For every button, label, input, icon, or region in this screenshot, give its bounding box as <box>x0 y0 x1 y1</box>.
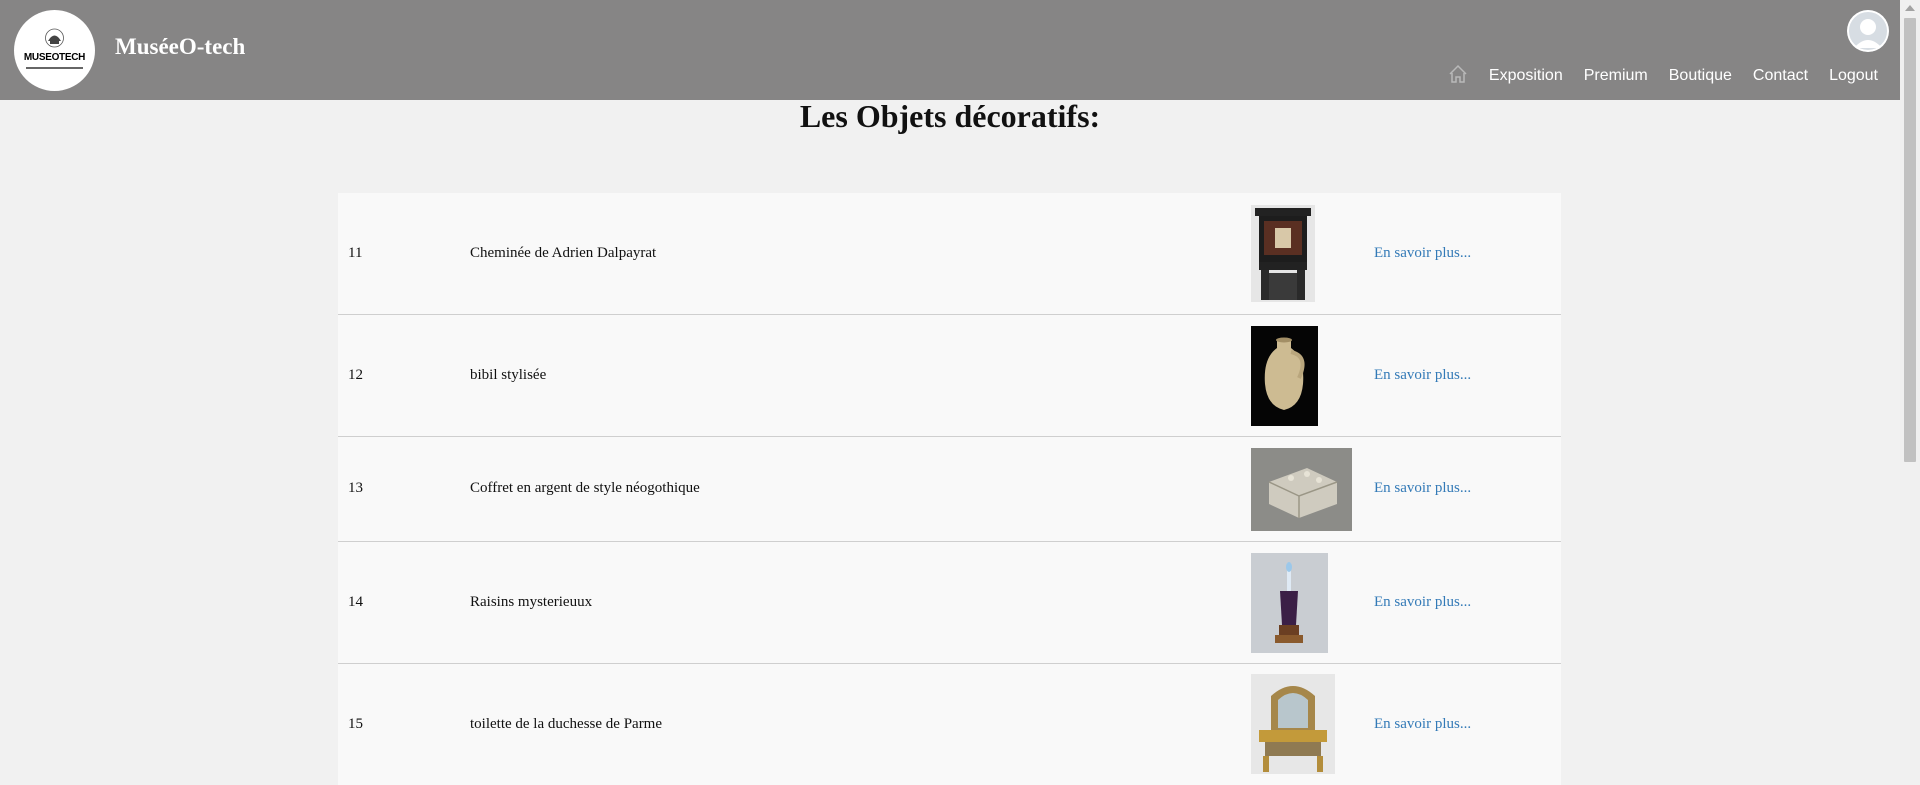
silver-box-image <box>1251 448 1352 531</box>
nav-exposition[interactable]: Exposition <box>1489 67 1563 85</box>
row-name: Raisins mysterieuux <box>470 594 593 610</box>
site-title[interactable]: MuséeO-tech <box>115 34 245 60</box>
vertical-scrollbar[interactable] <box>1900 0 1920 780</box>
row-name: bibil stylisée <box>470 367 547 383</box>
nav-home[interactable] <box>1447 63 1468 90</box>
home-icon <box>1449 64 1467 83</box>
row-name: Coffret en argent de style néogothique <box>470 480 700 496</box>
nav-premium[interactable]: Premium <box>1584 67 1648 85</box>
page-title: Les Objets décoratifs: <box>799 98 1101 134</box>
table-row: 14 Raisins mysterieuux En savoir plus... <box>338 542 1561 664</box>
objects-table: 11 Cheminée de Adrien Dalpayrat En savoi… <box>338 193 1561 785</box>
row-name: Cheminée de Adrien Dalpayrat <box>470 245 657 261</box>
learn-more-link[interactable]: En savoir plus... <box>1374 716 1471 733</box>
nav-logout[interactable]: Logout <box>1829 67 1878 85</box>
learn-more-link[interactable]: En savoir plus... <box>1374 480 1471 497</box>
scroll-up-icon[interactable] <box>1905 5 1915 11</box>
row-id: 14 <box>348 594 363 610</box>
table-row: 15 toilette de la duchesse de Parme En s… <box>338 664 1561 785</box>
main-nav: Exposition Premium Boutique Contact Logo… <box>1447 64 1878 88</box>
user-avatar-icon <box>1847 10 1889 52</box>
row-name: toilette de la duchesse de Parme <box>470 716 663 732</box>
user-avatar[interactable] <box>1847 10 1889 52</box>
logo-emblem-icon <box>45 28 64 48</box>
site-logo[interactable]: MUSEOTECH <box>14 10 95 91</box>
table-row: 11 Cheminée de Adrien Dalpayrat En savoi… <box>338 193 1561 315</box>
row-id: 13 <box>348 480 363 496</box>
row-id: 12 <box>348 367 363 383</box>
row-id: 11 <box>348 245 363 261</box>
vanity-table-image <box>1251 674 1335 774</box>
jug-image <box>1251 326 1318 426</box>
fireplace-image <box>1251 205 1315 302</box>
logo-text: MUSEOTECH <box>23 52 86 63</box>
scrollbar-thumb[interactable] <box>1904 18 1916 462</box>
nav-contact[interactable]: Contact <box>1753 67 1808 85</box>
learn-more-link[interactable]: En savoir plus... <box>1374 245 1471 262</box>
header: MUSEOTECH MuséeO-tech Exposition Premium… <box>0 0 1900 100</box>
nav-boutique[interactable]: Boutique <box>1669 67 1732 85</box>
row-id: 15 <box>348 716 363 732</box>
grapes-sculpture-image <box>1251 553 1328 653</box>
logo-tagline <box>26 67 83 69</box>
table-row: 12 bibil stylisée En savoir plus... <box>338 315 1561 437</box>
learn-more-link[interactable]: En savoir plus... <box>1374 594 1471 611</box>
table-row: 13 Coffret en argent de style néogothiqu… <box>338 437 1561 542</box>
learn-more-link[interactable]: En savoir plus... <box>1374 367 1471 384</box>
